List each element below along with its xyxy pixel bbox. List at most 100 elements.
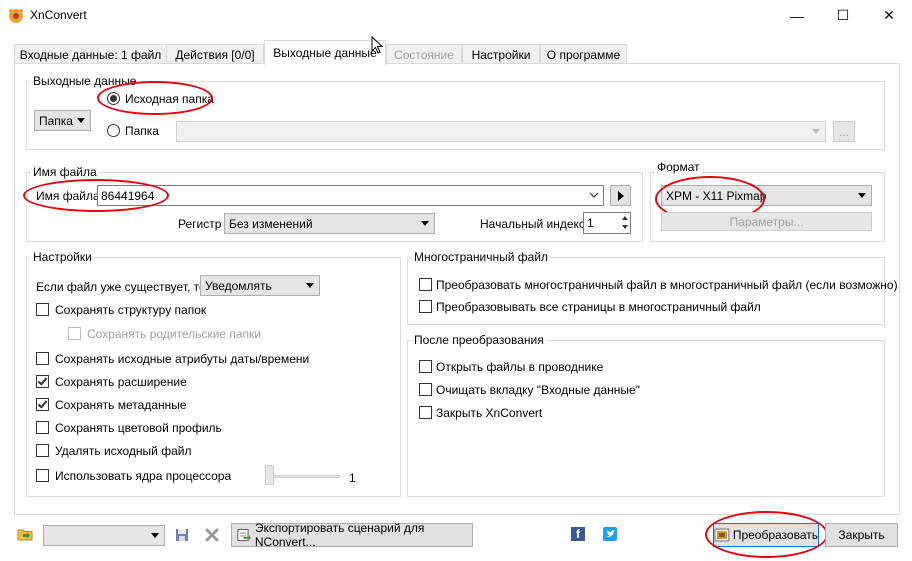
browse-folder-label: ... [838, 124, 849, 139]
case-label: Регистр [178, 217, 222, 231]
start-index-stepper[interactable]: 1 [583, 212, 631, 234]
twitter-icon[interactable] [603, 527, 617, 541]
checkmark-icon [37, 375, 48, 386]
chevron-down-icon [812, 129, 820, 134]
close-button[interactable]: Закрыть [825, 523, 898, 547]
tab-status-label: Состояние [394, 47, 454, 62]
xnconvert-app-icon [9, 9, 23, 23]
minimize-icon: — [790, 7, 804, 24]
radio-folder[interactable] [107, 124, 120, 137]
tab-settings[interactable]: Настройки [462, 44, 540, 64]
use-cores-label: Использовать ядра процессора [55, 469, 232, 483]
format-params-button[interactable]: Параметры... [661, 212, 872, 231]
close-label: Закрыть [838, 528, 885, 542]
case-select[interactable]: Без изменений [224, 213, 435, 234]
delete-source-checkbox[interactable] [36, 444, 49, 457]
window-title: XnConvert [30, 8, 87, 22]
stepper-down-icon[interactable] [622, 225, 628, 229]
filename-insert-button[interactable] [610, 185, 631, 206]
filename-group-title: Имя файла [31, 165, 99, 179]
case-value: Без изменений [229, 216, 313, 231]
export-nconvert-button[interactable]: Экспортировать сценарий для NConvert... [231, 521, 473, 549]
radio-source-folder[interactable] [107, 92, 120, 105]
delete-icon[interactable] [205, 528, 219, 542]
use-cores-checkbox[interactable] [36, 469, 49, 482]
close-app-checkbox[interactable] [419, 406, 432, 419]
filename-input[interactable]: 86441964 [97, 185, 604, 206]
preset-select[interactable] [43, 525, 165, 546]
radio-folder-label: Папка [125, 124, 159, 138]
settings-group-title: Настройки [31, 250, 94, 264]
keep-ext-checkbox[interactable] [36, 375, 49, 388]
maximize-button[interactable]: ☐ [820, 0, 866, 31]
convert-label: Преобразовать [732, 528, 818, 542]
chevron-down-icon [77, 118, 85, 123]
multipage-opt2-checkbox[interactable] [419, 300, 432, 313]
cores-slider-track[interactable] [270, 475, 340, 478]
if-exists-value: Уведомлять [205, 278, 272, 293]
keep-meta-checkbox[interactable] [36, 398, 49, 411]
multipage-opt2-label: Преобразовывать все страницы в многостра… [436, 300, 761, 314]
tab-actions-label: Действия [0/0] [175, 47, 255, 62]
close-window-button[interactable]: ✕ [866, 0, 912, 31]
tab-status[interactable]: Состояние [386, 44, 462, 64]
convert-button[interactable]: Преобразовать [713, 523, 819, 547]
close-icon: ✕ [883, 7, 895, 23]
filename-value: 86441964 [101, 188, 155, 203]
keep-dates-checkbox[interactable] [36, 352, 49, 365]
format-group [650, 172, 885, 242]
keep-profile-checkbox[interactable] [36, 421, 49, 434]
keep-parent-label: Сохранять родительские папки [87, 327, 262, 341]
radio-dot [110, 95, 117, 102]
cores-value: 1 [349, 471, 356, 485]
chevron-down-icon [421, 221, 429, 226]
save-icon[interactable] [175, 528, 189, 542]
clear-input-label: Очищать вкладку "Входные данные" [436, 383, 640, 397]
delete-source-label: Удалять исходный файл [55, 444, 192, 458]
convert-icon [714, 528, 730, 542]
keep-profile-label: Сохранять цветовой профиль [55, 421, 222, 435]
tab-input[interactable]: Входные данные: 1 файл [14, 44, 167, 64]
keep-structure-checkbox[interactable] [36, 303, 49, 316]
keep-parent-checkbox[interactable] [68, 327, 81, 340]
if-exists-select[interactable]: Уведомлять [200, 275, 320, 296]
filename-field-label: Имя файла [36, 189, 100, 203]
radio-source-folder-label: Исходная папка [125, 92, 214, 106]
start-index-value: 1 [587, 216, 594, 230]
keep-meta-label: Сохранять метаданные [55, 398, 187, 412]
open-explorer-checkbox[interactable] [419, 360, 432, 373]
after-conversion-group-title: После преобразования [412, 333, 546, 347]
output-type-select[interactable]: Папка [34, 110, 91, 131]
browse-folder-button[interactable]: ... [833, 121, 855, 142]
mouse-cursor-icon [371, 36, 384, 54]
open-folder-icon[interactable] [17, 527, 33, 541]
start-index-label: Начальный индекс [480, 217, 585, 231]
clear-input-checkbox[interactable] [419, 383, 432, 396]
multipage-opt1-label: Преобразовать многостраничный файл в мно… [436, 278, 898, 292]
tab-input-label: Входные данные: 1 файл [19, 47, 162, 62]
output-group-title: Выходные данные [31, 74, 139, 88]
export-nconvert-label: Экспортировать сценарий для NConvert... [254, 521, 425, 549]
close-app-label: Закрыть XnConvert [436, 406, 543, 420]
if-exists-label: Если файл уже существует, то [36, 280, 206, 294]
multipage-opt1-checkbox[interactable] [419, 278, 432, 291]
multipage-group-title: Многостраничный файл [412, 250, 551, 264]
open-explorer-label: Открыть файлы в проводнике [436, 360, 604, 374]
checkmark-icon [37, 398, 48, 409]
chevron-down-icon [858, 193, 866, 198]
tab-about[interactable]: О программе [540, 44, 627, 64]
format-value: XPM - X11 Pixmap [666, 188, 767, 203]
cores-slider-handle[interactable] [265, 465, 274, 485]
format-select[interactable]: XPM - X11 Pixmap [661, 185, 872, 206]
minimize-button[interactable]: — [774, 0, 820, 31]
folder-path-input[interactable] [176, 121, 826, 142]
output-type-value: Папка [39, 113, 73, 128]
title-bar: XnConvert — ☐ ✕ [0, 0, 912, 31]
tab-output[interactable]: Выходные данные [264, 40, 386, 65]
tab-settings-label: Настройки [471, 47, 531, 62]
facebook-icon[interactable]: f [571, 527, 585, 541]
stepper-up-icon[interactable] [622, 216, 628, 220]
tab-actions[interactable]: Действия [0/0] [166, 44, 264, 64]
tab-about-label: О программе [546, 47, 621, 62]
keep-structure-label: Сохранять структуру папок [55, 303, 207, 317]
